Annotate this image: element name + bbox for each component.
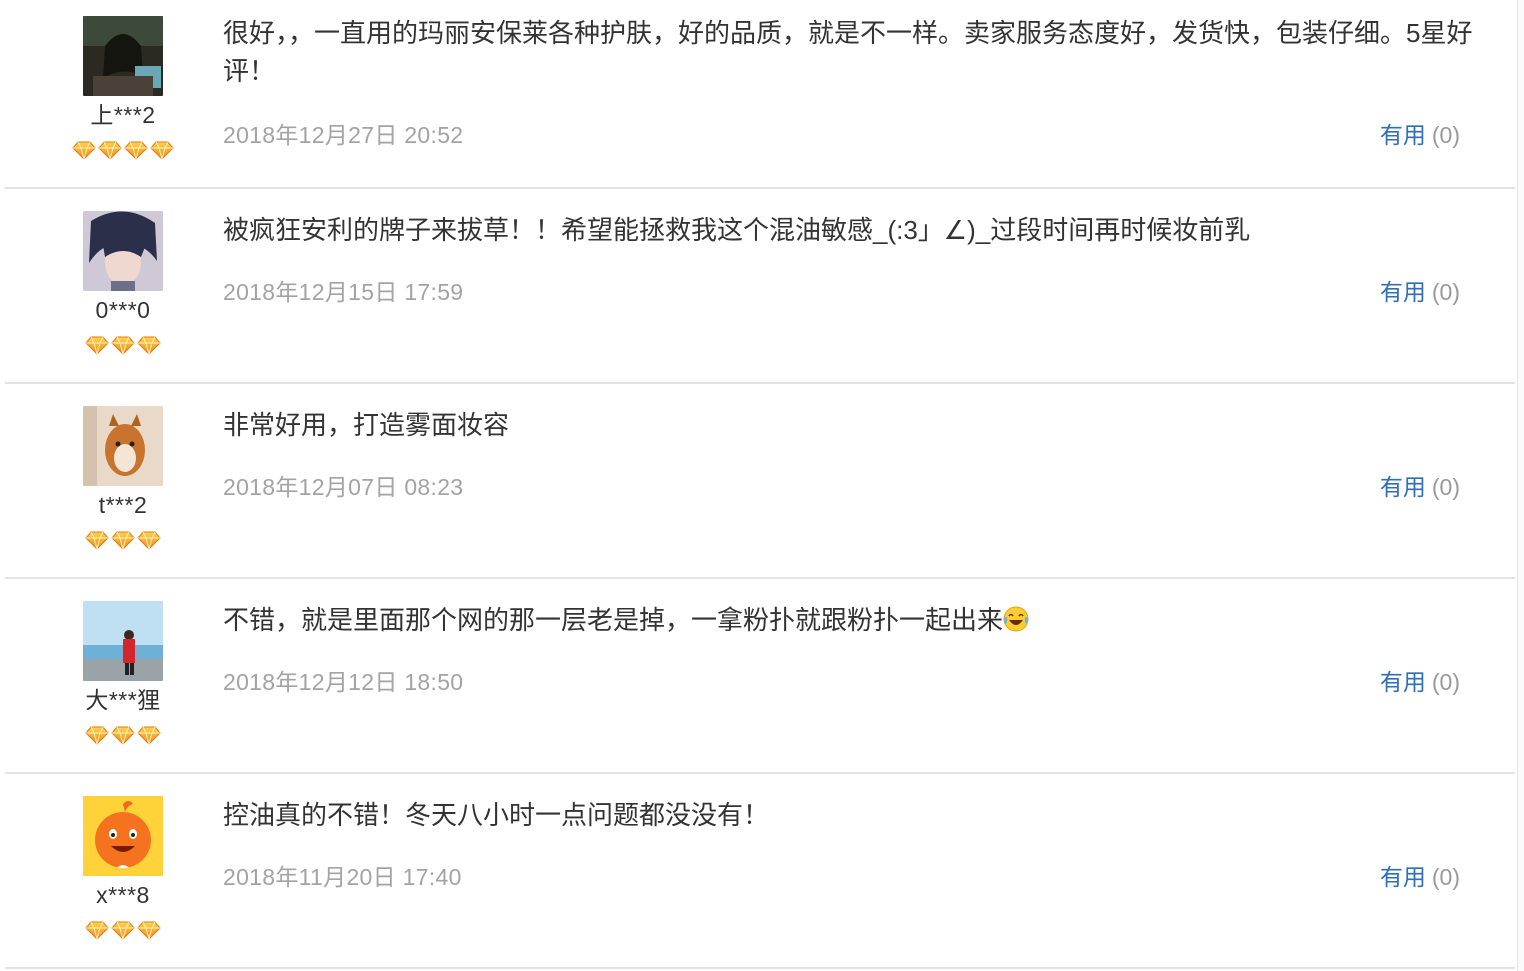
rank-gems: [63, 725, 183, 747]
gem-icon: [137, 336, 161, 355]
review-text: 控油真的不错！冬天八小时一点问题都没没有！: [223, 800, 770, 830]
gem-icon: [85, 921, 109, 940]
avatar[interactable]: [83, 211, 163, 291]
useful-button[interactable]: 有用 (0): [1380, 468, 1460, 502]
useful-count: (0): [1431, 864, 1460, 890]
rank-gems: [63, 920, 183, 942]
gem-icon: [124, 141, 148, 160]
rank-gems: [63, 530, 183, 552]
review-item: 0***0 被疯狂安利的牌子来拔草！！希望能拯救我这个混油敏感_(:3」∠)_过…: [5, 189, 1515, 384]
useful-count: (0): [1431, 279, 1460, 305]
reviewer: 大***狸: [63, 601, 183, 747]
gem-icon: [85, 726, 109, 745]
username: 大***狸: [85, 687, 161, 713]
useful-button[interactable]: 有用 (0): [1380, 663, 1460, 697]
review-date: 2018年12月27日 20:52: [223, 122, 464, 148]
review-text: 不错，就是里面那个网的那一层老是掉，一拿粉扑就跟粉扑一起出来: [223, 601, 1473, 639]
gem-icon: [98, 141, 122, 160]
review-date: 2018年12月07日 08:23: [223, 474, 464, 500]
gem-icon: [111, 336, 135, 355]
avatar[interactable]: [83, 16, 163, 96]
laughing-tears-emoji-icon: [1003, 606, 1029, 632]
gem-icon: [72, 141, 96, 160]
username: 0***0: [95, 297, 151, 323]
avatar[interactable]: [83, 406, 163, 486]
review-item: t***2 非常好用，打造雾面妆容 2018年12月07日 08:23 有用 (0…: [5, 384, 1515, 579]
useful-count: (0): [1431, 669, 1460, 695]
useful-button[interactable]: 有用 (0): [1380, 858, 1460, 892]
gem-icon: [85, 336, 109, 355]
review-item: x***8 控油真的不错！冬天八小时一点问题都没没有！ 2018年11月20日 …: [5, 774, 1515, 969]
useful-button[interactable]: 有用 (0): [1380, 273, 1460, 307]
useful-button[interactable]: 有用 (0): [1380, 116, 1460, 150]
useful-label[interactable]: 有用: [1380, 669, 1426, 695]
gem-icon: [111, 921, 135, 940]
useful-label[interactable]: 有用: [1380, 279, 1426, 305]
useful-label[interactable]: 有用: [1380, 474, 1426, 500]
gem-icon: [137, 726, 161, 745]
review-list: 上***2 很好，，一直用的玛丽安保莱各种护肤，好的品质，就是不一样。卖家服务态…: [0, 0, 1515, 969]
username: 上***2: [90, 102, 156, 128]
review-item: 大***狸 不错，就是里面那个网的那一层老是掉，一拿粉扑就跟粉扑一起出来 201…: [5, 579, 1515, 774]
reviewer: 0***0: [63, 211, 183, 357]
reviewer: x***8: [63, 796, 183, 942]
review-date: 2018年12月12日 18:50: [223, 669, 464, 695]
avatar[interactable]: [83, 796, 163, 876]
useful-count: (0): [1431, 474, 1460, 500]
rank-gems: [63, 140, 183, 162]
scrollbar[interactable]: [1517, 0, 1524, 971]
review-date: 2018年11月20日 17:40: [223, 864, 462, 890]
rank-gems: [63, 335, 183, 357]
review-text: 被疯狂安利的牌子来拔草！！希望能拯救我这个混油敏感_(:3」∠)_过段时间再时候…: [223, 215, 1251, 245]
review-date: 2018年12月15日 17:59: [223, 279, 464, 305]
gem-icon: [85, 531, 109, 550]
useful-label[interactable]: 有用: [1380, 122, 1426, 148]
gem-icon: [111, 726, 135, 745]
username: t***2: [98, 492, 148, 518]
avatar[interactable]: [83, 601, 163, 681]
useful-label[interactable]: 有用: [1380, 864, 1426, 890]
review-text-body: 不错，就是里面那个网的那一层老是掉，一拿粉扑就跟粉扑一起出来: [223, 605, 1004, 635]
useful-count: (0): [1431, 122, 1460, 148]
review-text: 非常好用，打造雾面妆容: [223, 410, 510, 440]
gem-icon: [111, 531, 135, 550]
username: x***8: [96, 882, 150, 908]
gem-icon: [137, 531, 161, 550]
reviewer: 上***2: [63, 16, 183, 162]
gem-icon: [150, 141, 174, 160]
reviewer: t***2: [63, 406, 183, 552]
gem-icon: [137, 921, 161, 940]
review-text: 很好，，一直用的玛丽安保莱各种护肤，好的品质，就是不一样。卖家服务态度好，发货快…: [223, 18, 1473, 86]
review-item: 上***2 很好，，一直用的玛丽安保莱各种护肤，好的品质，就是不一样。卖家服务态…: [5, 0, 1515, 189]
